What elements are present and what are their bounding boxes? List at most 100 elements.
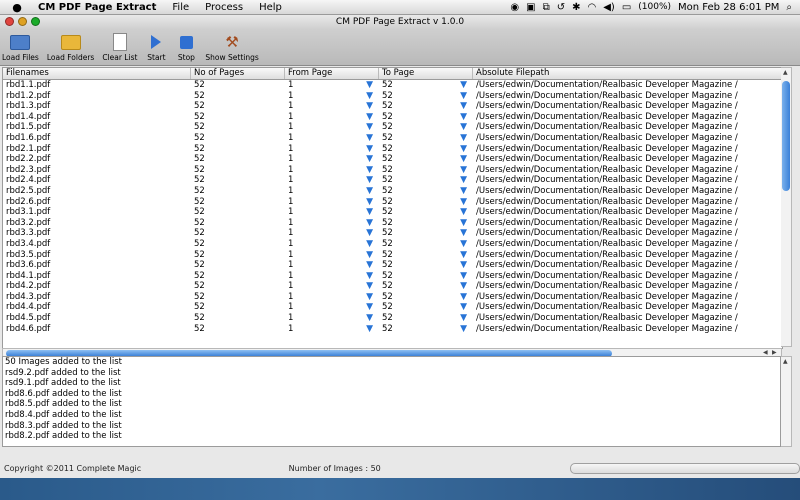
dropdown-arrow-icon[interactable]: ▼ xyxy=(460,122,467,133)
spotlight-search-icon[interactable]: ⌕ xyxy=(786,2,792,13)
table-row[interactable]: rbd4.1.pdf 52 1 ▼ 52 ▼/Users/edwin/Documentat… xyxy=(3,271,782,282)
dropdown-arrow-icon[interactable]: ▼ xyxy=(366,165,373,176)
dropdown-arrow-icon[interactable]: ▼ xyxy=(366,228,373,239)
dropdown-arrow-icon[interactable]: ▼ xyxy=(460,260,467,271)
log-vertical-scrollbar[interactable]: ▲ xyxy=(781,356,792,447)
apple-menu-icon[interactable]: ● xyxy=(10,1,24,14)
dropdown-arrow-icon[interactable]: ▼ xyxy=(460,80,467,91)
dropdown-arrow-icon[interactable]: ▼ xyxy=(366,154,373,165)
from-page-cell[interactable]: 1 ▼ xyxy=(285,133,379,144)
table-row[interactable]: rbd3.6.pdf 52 1 ▼ 52 ▼/Users/edwin/Documentat… xyxy=(3,260,782,271)
log-panel[interactable]: 50 Images added to the list rsd9.2.pdf ad… xyxy=(2,356,781,447)
dropdown-arrow-icon[interactable]: ▼ xyxy=(366,302,373,313)
to-page-cell[interactable]: 52 ▼ xyxy=(379,112,473,123)
dropdown-arrow-icon[interactable]: ▼ xyxy=(366,239,373,250)
to-page-cell[interactable]: 52 ▼ xyxy=(379,302,473,313)
clock[interactable]: Mon Feb 28 6:01 PM xyxy=(678,2,779,13)
dropdown-arrow-icon[interactable]: ▼ xyxy=(460,101,467,112)
menu-process[interactable]: Process xyxy=(205,2,243,13)
table-row[interactable]: rbd1.1.pdf 52 1 ▼ 52 ▼/Users/edwin/Documentat… xyxy=(3,80,782,91)
dropdown-arrow-icon[interactable]: ▼ xyxy=(460,292,467,303)
dropdown-arrow-icon[interactable]: ▼ xyxy=(460,112,467,123)
start-button[interactable]: Start xyxy=(145,33,167,65)
bluetooth-icon[interactable]: ✱ xyxy=(572,2,580,13)
dropdown-arrow-icon[interactable]: ▼ xyxy=(366,207,373,218)
to-page-cell[interactable]: 52 ▼ xyxy=(379,260,473,271)
from-page-cell[interactable]: 1 ▼ xyxy=(285,91,379,102)
to-page-cell[interactable]: 52 ▼ xyxy=(379,324,473,335)
dropdown-arrow-icon[interactable]: ▼ xyxy=(460,281,467,292)
to-page-cell[interactable]: 52 ▼ xyxy=(379,218,473,229)
dropdown-arrow-icon[interactable]: ▼ xyxy=(460,197,467,208)
dropdown-arrow-icon[interactable]: ▼ xyxy=(460,175,467,186)
table-row[interactable]: rbd1.3.pdf 52 1 ▼ 52 ▼/Users/edwin/Documentat… xyxy=(3,101,782,112)
app-menu[interactable]: CM PDF Page Extract xyxy=(38,2,156,13)
to-page-cell[interactable]: 52 ▼ xyxy=(379,250,473,261)
from-page-cell[interactable]: 1 ▼ xyxy=(285,154,379,165)
volume-icon[interactable]: ◀) xyxy=(603,2,615,13)
dropdown-arrow-icon[interactable]: ▼ xyxy=(460,154,467,165)
column-header-filenames[interactable]: Filenames xyxy=(3,68,191,79)
status-icon[interactable]: ◉ xyxy=(510,2,519,13)
dropdown-arrow-icon[interactable]: ▼ xyxy=(366,281,373,292)
time-machine-icon[interactable]: ↺ xyxy=(557,2,565,13)
to-page-cell[interactable]: 52 ▼ xyxy=(379,207,473,218)
from-page-cell[interactable]: 1 ▼ xyxy=(285,165,379,176)
from-page-cell[interactable]: 1 ▼ xyxy=(285,175,379,186)
column-header-pages[interactable]: No of Pages xyxy=(191,68,285,79)
close-window-button[interactable] xyxy=(5,17,14,26)
table-row[interactable]: rbd1.5.pdf 52 1 ▼ 52 ▼/Users/edwin/Documentat… xyxy=(3,122,782,133)
dropdown-arrow-icon[interactable]: ▼ xyxy=(366,324,373,335)
from-page-cell[interactable]: 1 ▼ xyxy=(285,186,379,197)
status-icon[interactable]: ⧉ xyxy=(543,2,550,13)
dropdown-arrow-icon[interactable]: ▼ xyxy=(366,91,373,102)
clear-list-button[interactable]: Clear List xyxy=(102,33,137,65)
column-header-from-page[interactable]: From Page xyxy=(285,68,379,79)
dropdown-arrow-icon[interactable]: ▼ xyxy=(366,197,373,208)
to-page-cell[interactable]: 52 ▼ xyxy=(379,228,473,239)
to-page-cell[interactable]: 52 ▼ xyxy=(379,154,473,165)
load-folders-button[interactable]: Load Folders xyxy=(47,33,94,65)
from-page-cell[interactable]: 1 ▼ xyxy=(285,302,379,313)
from-page-cell[interactable]: 1 ▼ xyxy=(285,80,379,91)
from-page-cell[interactable]: 1 ▼ xyxy=(285,197,379,208)
dropdown-arrow-icon[interactable]: ▼ xyxy=(460,91,467,102)
title-bar[interactable]: CM PDF Page Extract v 1.0.0 xyxy=(0,15,800,29)
from-page-cell[interactable]: 1 ▼ xyxy=(285,239,379,250)
from-page-cell[interactable]: 1 ▼ xyxy=(285,313,379,324)
to-page-cell[interactable]: 52 ▼ xyxy=(379,133,473,144)
table-row[interactable]: rbd3.1.pdf 52 1 ▼ 52 ▼/Users/edwin/Documentat… xyxy=(3,207,782,218)
dropdown-arrow-icon[interactable]: ▼ xyxy=(366,271,373,282)
dropdown-arrow-icon[interactable]: ▼ xyxy=(460,228,467,239)
to-page-cell[interactable]: 52 ▼ xyxy=(379,197,473,208)
menu-help[interactable]: Help xyxy=(259,2,282,13)
dropdown-arrow-icon[interactable]: ▼ xyxy=(366,218,373,229)
scroll-left-arrow-icon[interactable]: ◀ xyxy=(763,349,768,356)
from-page-cell[interactable]: 1 ▼ xyxy=(285,281,379,292)
table-row[interactable]: rbd2.3.pdf 52 1 ▼ 52 ▼/Users/edwin/Documentat… xyxy=(3,165,782,176)
dropdown-arrow-icon[interactable]: ▼ xyxy=(460,239,467,250)
dropdown-arrow-icon[interactable]: ▼ xyxy=(366,313,373,324)
dropdown-arrow-icon[interactable]: ▼ xyxy=(366,144,373,155)
dropdown-arrow-icon[interactable]: ▼ xyxy=(460,165,467,176)
zoom-window-button[interactable] xyxy=(31,17,40,26)
to-page-cell[interactable]: 52 ▼ xyxy=(379,91,473,102)
scroll-thumb[interactable] xyxy=(782,81,790,191)
minimize-window-button[interactable] xyxy=(18,17,27,26)
to-page-cell[interactable]: 52 ▼ xyxy=(379,144,473,155)
scroll-right-arrow-icon[interactable]: ▶ xyxy=(772,349,777,356)
to-page-cell[interactable]: 52 ▼ xyxy=(379,101,473,112)
dropdown-arrow-icon[interactable]: ▼ xyxy=(366,80,373,91)
dropdown-arrow-icon[interactable]: ▼ xyxy=(460,144,467,155)
dropdown-arrow-icon[interactable]: ▼ xyxy=(366,112,373,123)
table-row[interactable]: rbd3.5.pdf 52 1 ▼ 52 ▼/Users/edwin/Documentat… xyxy=(3,250,782,261)
table-row[interactable]: rbd2.1.pdf 52 1 ▼ 52 ▼/Users/edwin/Documentat… xyxy=(3,144,782,155)
table-row[interactable]: rbd2.4.pdf 52 1 ▼ 52 ▼/Users/edwin/Documentat… xyxy=(3,175,782,186)
scroll-up-arrow-icon[interactable]: ▲ xyxy=(783,69,788,76)
wifi-icon[interactable]: ◠ xyxy=(588,2,597,13)
table-row[interactable]: rbd4.6.pdf 52 1 ▼ 52 ▼/Users/edwin/Documentat… xyxy=(3,324,782,335)
menu-file[interactable]: File xyxy=(172,2,189,13)
dropdown-arrow-icon[interactable]: ▼ xyxy=(460,302,467,313)
dropdown-arrow-icon[interactable]: ▼ xyxy=(460,218,467,229)
table-row[interactable]: rbd4.5.pdf 52 1 ▼ 52 ▼/Users/edwin/Documentat… xyxy=(3,313,782,324)
